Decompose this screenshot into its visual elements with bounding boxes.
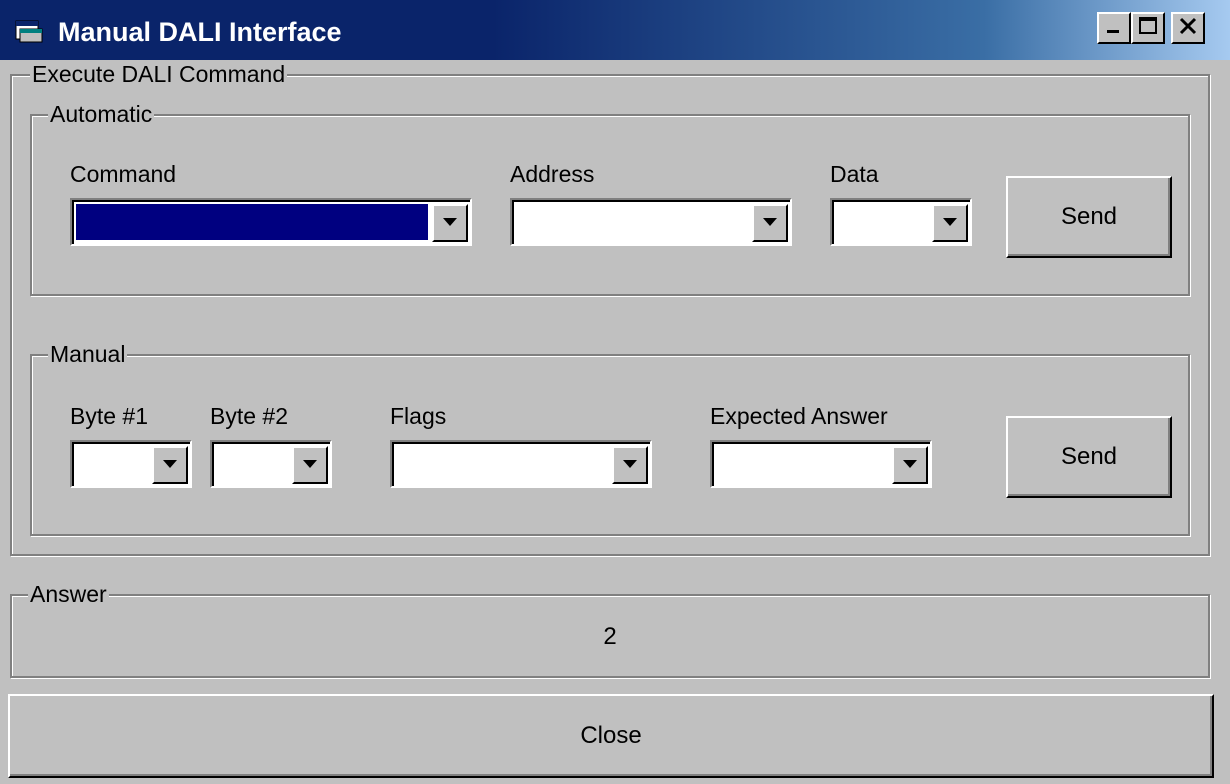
close-window-button[interactable] — [1171, 12, 1205, 44]
chevron-down-icon — [622, 456, 638, 474]
app-window-icon — [14, 18, 44, 44]
expected-answer-combo[interactable] — [710, 440, 932, 488]
title-bar[interactable]: Manual DALI Interface — [0, 0, 1230, 60]
command-combo[interactable] — [70, 198, 472, 246]
command-label: Command — [70, 161, 177, 187]
execute-dali-command-label: Execute DALI Command — [30, 60, 288, 88]
chevron-down-icon — [902, 456, 918, 474]
byte2-label: Byte #2 — [210, 403, 288, 429]
minimize-button[interactable] — [1097, 12, 1131, 44]
flags-dropdown-button[interactable] — [612, 446, 648, 484]
window-title: Manual DALI Interface — [58, 17, 342, 47]
flags-combo[interactable] — [390, 440, 652, 488]
data-combo[interactable] — [830, 198, 972, 246]
dali-interface-window: Manual DALI Interface Execute DALI Comma… — [0, 0, 1230, 784]
expected-answer-dropdown-button[interactable] — [892, 446, 928, 484]
expected-answer-label: Expected Answer — [710, 403, 888, 429]
data-value — [836, 204, 928, 240]
minimize-icon — [1104, 16, 1124, 41]
address-label: Address — [510, 161, 595, 187]
flags-label: Flags — [390, 403, 447, 429]
manual-label: Manual — [48, 340, 128, 368]
address-value — [516, 204, 748, 240]
data-dropdown-button[interactable] — [932, 204, 968, 242]
byte2-combo[interactable] — [210, 440, 332, 488]
byte1-value — [76, 446, 148, 482]
chevron-down-icon — [302, 456, 318, 474]
byte1-label: Byte #1 — [70, 403, 148, 429]
chevron-down-icon — [162, 456, 178, 474]
answer-value: 2 — [603, 623, 617, 650]
chevron-down-icon — [762, 214, 778, 232]
byte1-dropdown-button[interactable] — [152, 446, 188, 484]
close-icon — [1177, 15, 1199, 42]
byte2-value — [216, 446, 288, 482]
automatic-send-button[interactable]: Send — [1006, 176, 1172, 258]
maximize-icon — [1137, 15, 1159, 42]
chevron-down-icon — [942, 214, 958, 232]
manual-send-button[interactable]: Send — [1006, 416, 1172, 498]
answer-label: Answer — [28, 580, 109, 608]
address-combo[interactable] — [510, 198, 792, 246]
address-dropdown-button[interactable] — [752, 204, 788, 242]
close-button[interactable]: Close — [8, 694, 1214, 778]
flags-value — [396, 446, 608, 482]
maximize-button[interactable] — [1131, 12, 1165, 44]
byte2-dropdown-button[interactable] — [292, 446, 328, 484]
chevron-down-icon — [442, 214, 458, 232]
byte1-combo[interactable] — [70, 440, 192, 488]
command-dropdown-button[interactable] — [432, 204, 468, 242]
automatic-label: Automatic — [48, 100, 155, 128]
data-label: Data — [830, 161, 879, 187]
expected-answer-value — [716, 446, 888, 482]
command-value — [76, 204, 428, 240]
